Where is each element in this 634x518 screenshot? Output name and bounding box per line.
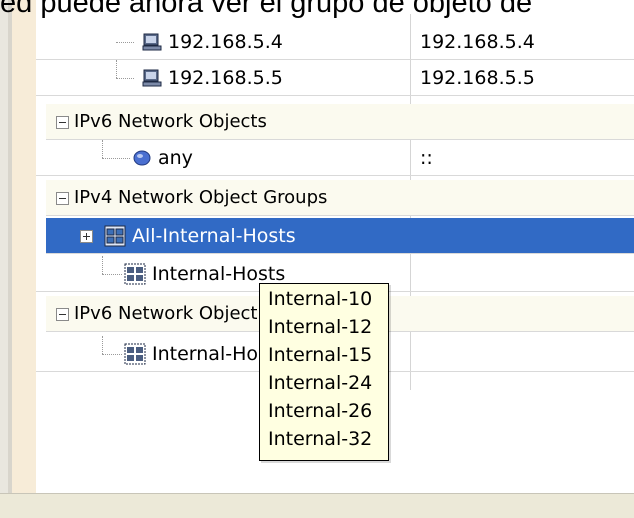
tree-connector: [116, 60, 117, 78]
tooltip-item: Internal-32: [268, 428, 373, 450]
group-label: IPv4 Network Object Groups: [74, 187, 328, 208]
tree-group-ipv6-network-objects[interactable]: IPv6 Network Objects: [46, 104, 634, 140]
tree-margin-column: [12, 0, 36, 493]
tree-row-all-internal-hosts[interactable]: All-Internal-Hosts: [46, 218, 634, 254]
window-left-edge: [0, 0, 8, 517]
collapse-icon[interactable]: [56, 308, 69, 321]
network-group-icon: [124, 343, 146, 365]
tree-connector: [102, 274, 122, 275]
tree-connector: [116, 78, 134, 79]
network-group-icon: [124, 263, 146, 285]
network-host-icon: [142, 69, 162, 87]
tree-row-host-5-4[interactable]: 192.168.5.4 192.168.5.4: [36, 24, 634, 60]
tree-connector: [116, 42, 134, 43]
tree-connector: [102, 158, 130, 159]
tree-connector: [102, 336, 103, 354]
tree-group-ipv4-network-object-groups[interactable]: IPv4 Network Object Groups: [46, 180, 634, 216]
group-label: IPv6 Network Objects: [74, 111, 267, 132]
tooltip-item: Internal-24: [268, 372, 373, 394]
collapse-icon[interactable]: [56, 116, 69, 129]
tree-connector: [102, 140, 103, 158]
tree-connector: [102, 256, 103, 274]
tooltip-item: Internal-12: [268, 316, 373, 338]
row-value: ::: [420, 147, 433, 169]
network-host-icon: [142, 33, 162, 51]
tree-row-any[interactable]: any ::: [36, 140, 634, 176]
row-value: 192.168.5.4: [420, 31, 535, 53]
expand-icon[interactable]: [80, 230, 93, 243]
tree-row-host-5-5[interactable]: 192.168.5.5 192.168.5.5: [36, 60, 634, 96]
tooltip-item: Internal-15: [268, 344, 373, 366]
group-members-tooltip: Internal-10 Internal-12 Internal-15 Inte…: [259, 283, 389, 461]
window-bottom-bar: [0, 493, 634, 518]
row-label: All-Internal-Hosts: [132, 225, 296, 247]
network-group-selected-icon: [104, 225, 126, 247]
row-label: any: [158, 147, 193, 169]
globe-icon: [133, 150, 151, 166]
row-label: 192.168.5.5: [168, 67, 283, 89]
tree-connector: [102, 354, 122, 355]
tooltip-item: Internal-10: [268, 288, 373, 310]
collapse-icon[interactable]: [56, 192, 69, 205]
row-label: 192.168.5.4: [168, 31, 283, 53]
caption-text: ed puede ahora ver el grupo de objeto de: [0, 0, 533, 19]
tooltip-item: Internal-26: [268, 400, 373, 422]
row-value: 192.168.5.5: [420, 67, 535, 89]
